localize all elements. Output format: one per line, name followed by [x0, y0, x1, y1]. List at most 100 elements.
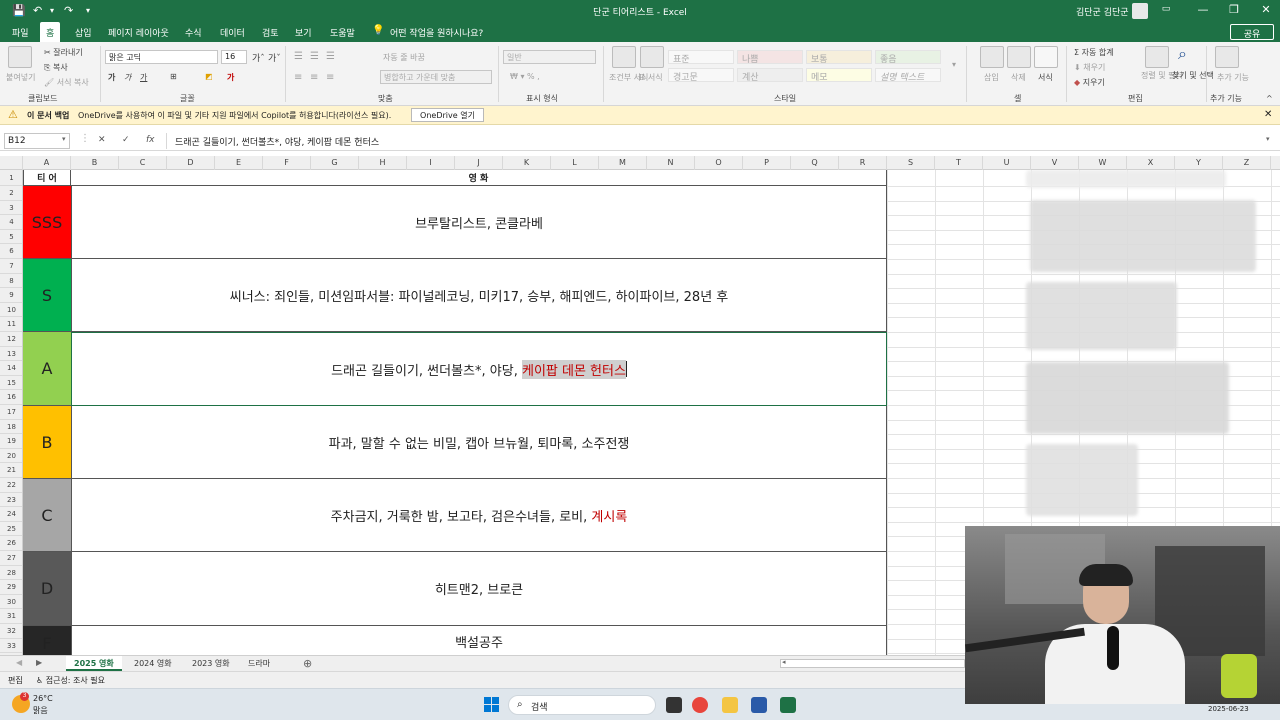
tab-data[interactable]: 데이터	[220, 26, 245, 39]
ribbon-display-icon[interactable]: ▭	[1156, 4, 1176, 14]
row-header-3[interactable]: 3	[0, 201, 22, 216]
insert-function-button[interactable]: fx	[146, 135, 155, 145]
column-header-z[interactable]: Z	[1223, 156, 1271, 170]
clear-button[interactable]: ◆ 지우기	[1074, 77, 1105, 88]
autosum-button[interactable]: Σ 자동 합계	[1074, 47, 1114, 58]
restore-button[interactable]: ❐	[1224, 3, 1244, 16]
align-top-icon[interactable]: ☰	[294, 51, 303, 62]
format-table-button[interactable]: 표 서식	[638, 72, 663, 83]
style-neutral[interactable]: 보통	[806, 50, 872, 65]
border-icon[interactable]: ⊞	[170, 72, 177, 81]
taskbar-search[interactable]: ⌕ 검색	[508, 695, 656, 715]
row-header-31[interactable]: 31	[0, 609, 22, 624]
column-header-t[interactable]: T	[935, 156, 983, 170]
sheet-tab-2024[interactable]: 2024 영화	[126, 656, 180, 671]
style-note[interactable]: 메모	[806, 68, 872, 83]
fill-button[interactable]: ⬇ 채우기	[1074, 62, 1105, 73]
format-cells-icon[interactable]	[1034, 46, 1058, 68]
windows-start-icon[interactable]	[484, 697, 500, 713]
name-box[interactable]: B12	[4, 133, 70, 149]
tier-header[interactable]: 티 어	[23, 170, 71, 186]
wrap-text-button[interactable]: 자동 줄 바꿈	[383, 52, 425, 63]
column-header-c[interactable]: C	[119, 156, 167, 170]
collapse-ribbon-icon[interactable]: ^	[1266, 94, 1273, 103]
tier-cell-d[interactable]: D	[23, 552, 71, 626]
bold-button[interactable]: 가	[108, 72, 115, 83]
formula-input[interactable]: 드래곤 길들이기, 썬더볼츠*, 야당, 케이팝 데몬 헌터스	[166, 133, 1276, 149]
style-calc[interactable]: 계산	[737, 68, 803, 83]
movies-cell-sss[interactable]: 브루탈리스트, 콘클라베	[71, 186, 887, 259]
avatar[interactable]	[1132, 3, 1148, 19]
row-header-6[interactable]: 6	[0, 244, 22, 259]
splitter-icon[interactable]: ⋮	[80, 133, 90, 144]
open-onedrive-button[interactable]: OneDrive 열기	[411, 108, 484, 122]
close-icon[interactable]: ✕	[1264, 109, 1272, 120]
row-header-14[interactable]: 14	[0, 361, 22, 376]
tab-file[interactable]: 파일	[12, 26, 29, 39]
grow-font-icon[interactable]: 가ˆ	[252, 51, 265, 64]
tier-cell-a[interactable]: A	[23, 332, 71, 406]
row-header-17[interactable]: 17	[0, 405, 22, 420]
row-header-33[interactable]: 33	[0, 639, 22, 654]
paste-icon[interactable]	[8, 46, 32, 68]
row-header-27[interactable]: 27	[0, 551, 22, 566]
movies-cell-d[interactable]: 히트맨2, 브로큰	[71, 552, 887, 626]
format-cells-button[interactable]: 서식	[1038, 72, 1053, 83]
column-header-p[interactable]: P	[743, 156, 791, 170]
tab-insert[interactable]: 삽입	[75, 26, 92, 39]
style-warning[interactable]: 경고문	[668, 68, 734, 83]
row-header-21[interactable]: 21	[0, 463, 22, 478]
tab-view[interactable]: 보기	[295, 26, 312, 39]
row-header-23[interactable]: 23	[0, 493, 22, 508]
merge-center-button[interactable]: 병합하고 가운데 맞춤	[380, 70, 492, 84]
column-header-v[interactable]: V	[1031, 156, 1079, 170]
row-header-22[interactable]: 22	[0, 478, 22, 493]
movies-cell-a[interactable]: 드래곤 길들이기, 썬더볼츠*, 야당, 케이팝 데몬 헌터스	[71, 332, 887, 406]
row-header-30[interactable]: 30	[0, 595, 22, 610]
align-right-icon[interactable]: ≡	[326, 72, 334, 83]
share-button[interactable]: 공유	[1230, 24, 1274, 40]
expand-formula-icon[interactable]: ▾	[1266, 135, 1270, 143]
tell-me-search[interactable]: 어떤 작업을 원하시나요?	[390, 26, 483, 39]
format-table-icon[interactable]	[640, 46, 664, 68]
minimize-button[interactable]: —	[1193, 3, 1213, 16]
insert-cells-icon[interactable]	[980, 46, 1004, 68]
column-header-x[interactable]: X	[1127, 156, 1175, 170]
format-painter-button[interactable]: 🖌 서식 복사	[44, 77, 89, 88]
align-middle-icon[interactable]: ☰	[310, 51, 319, 62]
style-bad[interactable]: 나쁨	[737, 50, 803, 65]
row-header-15[interactable]: 15	[0, 376, 22, 391]
row-header-1[interactable]: 1	[0, 170, 22, 186]
copy-button[interactable]: ⎘ 복사	[44, 62, 68, 73]
cut-button[interactable]: ✂ 잘라내기	[44, 47, 83, 58]
row-header-8[interactable]: 8	[0, 274, 22, 289]
sort-filter-icon[interactable]	[1145, 46, 1169, 68]
column-header-n[interactable]: N	[647, 156, 695, 170]
addins-button[interactable]: 추가 기능	[1217, 72, 1249, 83]
chrome-icon[interactable]	[692, 697, 708, 713]
column-header-g[interactable]: G	[311, 156, 359, 170]
number-format-select[interactable]: 일반	[503, 50, 596, 64]
chevron-down-icon[interactable]: ▾	[62, 135, 66, 143]
column-header-l[interactable]: L	[551, 156, 599, 170]
style-normal[interactable]: 표준	[668, 50, 734, 65]
task-view-icon[interactable]	[666, 697, 682, 713]
movies-header[interactable]: 영 화	[71, 170, 887, 186]
style-explanatory[interactable]: 설명 텍스트	[875, 68, 941, 83]
row-header-19[interactable]: 19	[0, 434, 22, 449]
tier-cell-c[interactable]: C	[23, 479, 71, 552]
row-header-16[interactable]: 16	[0, 390, 22, 405]
column-header-s[interactable]: S	[887, 156, 935, 170]
horizontal-scrollbar[interactable]	[780, 659, 965, 668]
tier-cell-sss[interactable]: SSS	[23, 186, 71, 259]
row-header-10[interactable]: 10	[0, 303, 22, 318]
paste-button[interactable]: 붙여넣기	[6, 72, 35, 83]
currency-icon[interactable]: ₩ ▾ % ,	[510, 72, 540, 81]
column-header-q[interactable]: Q	[791, 156, 839, 170]
row-header-13[interactable]: 13	[0, 347, 22, 362]
store-icon[interactable]	[751, 697, 767, 713]
movies-cell-b[interactable]: 파과, 말할 수 없는 비밀, 캡아 브뉴월, 퇴마록, 소주전쟁	[71, 406, 887, 479]
row-header-32[interactable]: 32	[0, 624, 22, 639]
tab-home[interactable]: 홈	[40, 22, 61, 42]
row-header-7[interactable]: 7	[0, 259, 22, 274]
